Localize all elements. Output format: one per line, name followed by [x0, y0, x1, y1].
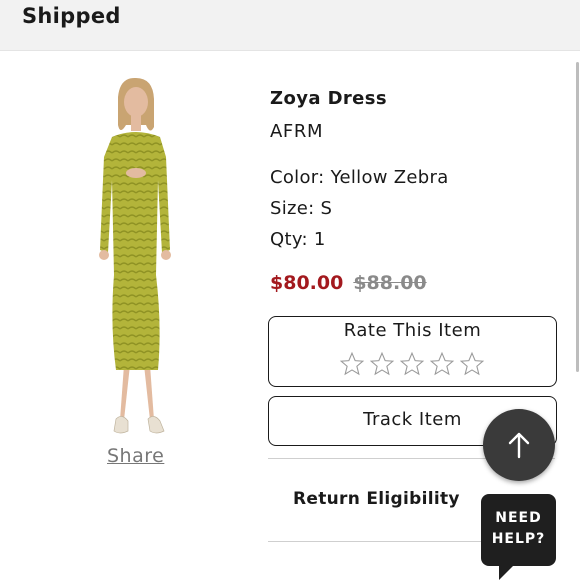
product-color: Color: Yellow Zebra: [270, 167, 449, 188]
star-4-icon[interactable]: [429, 351, 455, 377]
product-name[interactable]: Zoya Dress: [270, 88, 387, 109]
need-help-line1: NEED: [495, 510, 542, 526]
need-help-button[interactable]: NEED HELP?: [481, 494, 556, 580]
header-bar: Shipped: [0, 0, 580, 51]
product-size: Size: S: [270, 198, 333, 219]
original-price: $88.00: [353, 272, 427, 294]
arrow-up-icon: [508, 432, 530, 459]
scrollbar[interactable]: [576, 62, 579, 372]
rate-item-box: Rate This Item: [268, 316, 557, 387]
sale-price: $80.00: [270, 272, 344, 294]
product-image[interactable]: [80, 75, 190, 445]
star-3-icon[interactable]: [399, 351, 425, 377]
page-title: Shipped: [22, 4, 121, 28]
product-qty: Qty: 1: [270, 229, 326, 250]
speech-bubble-tail: [499, 566, 513, 580]
return-eligibility-toggle[interactable]: Return Eligibility: [293, 489, 460, 509]
star-2-icon[interactable]: [369, 351, 395, 377]
star-5-icon[interactable]: [459, 351, 485, 377]
product-price: $80.00 $88.00: [270, 272, 427, 294]
star-rating: [339, 351, 485, 377]
product-brand[interactable]: AFRM: [270, 121, 323, 142]
star-1-icon[interactable]: [339, 351, 365, 377]
share-link[interactable]: Share: [107, 445, 164, 467]
need-help-line2: HELP?: [491, 531, 546, 547]
rate-item-title: Rate This Item: [343, 320, 482, 341]
scroll-to-top-button[interactable]: [483, 409, 555, 481]
